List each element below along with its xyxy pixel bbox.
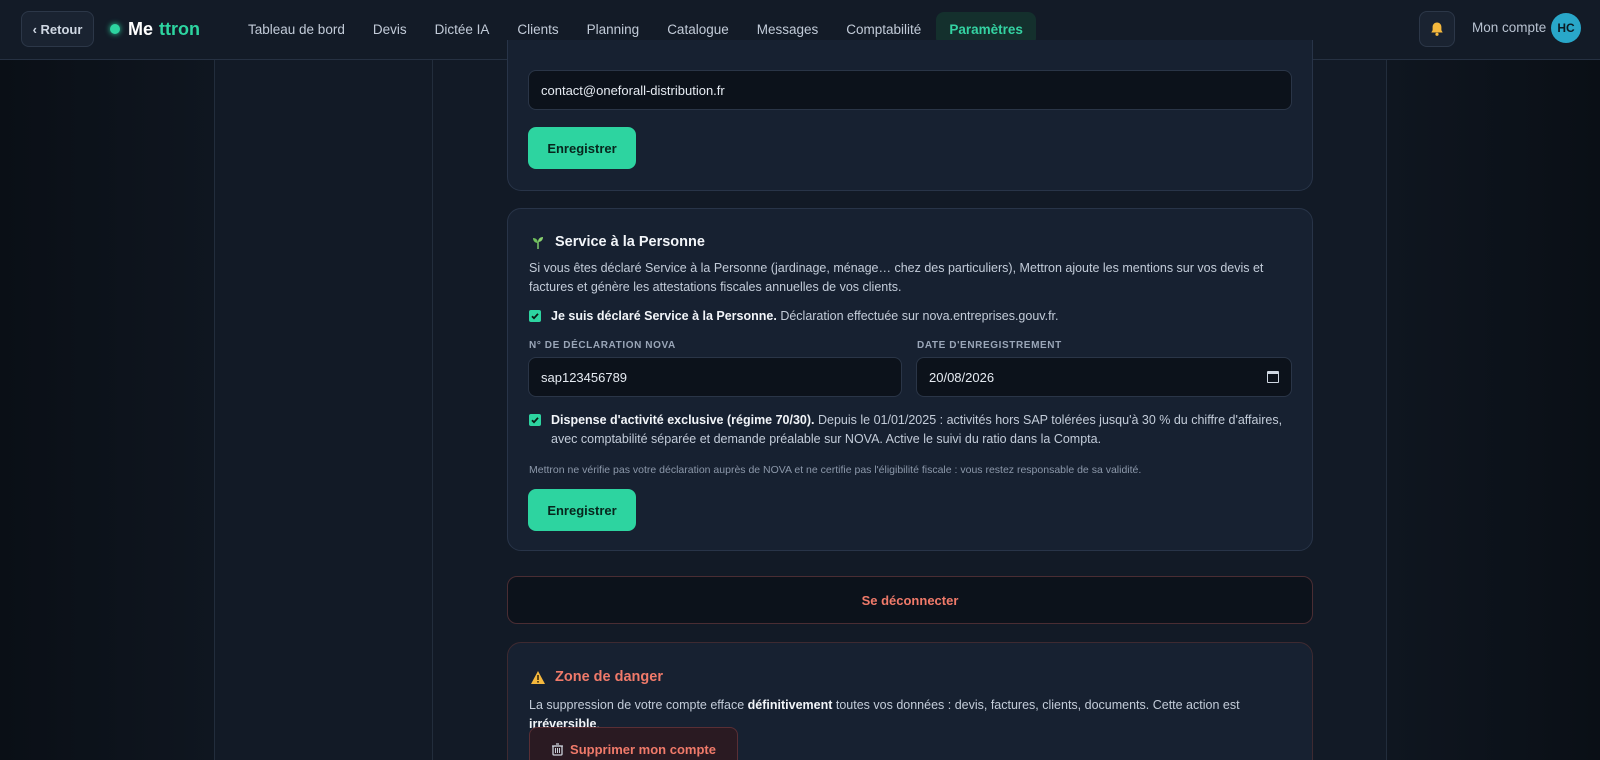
sap-declared-checkbox[interactable] bbox=[529, 310, 541, 322]
checkmark-icon bbox=[531, 313, 539, 320]
exclusive-dispense-bold: Dispense d'activité exclusive (régime 70… bbox=[551, 413, 815, 427]
danger-text-2: toutes vos données : devis, factures, cl… bbox=[832, 698, 1240, 712]
warning-icon bbox=[529, 668, 547, 686]
logout-button[interactable]: Se déconnecter bbox=[507, 576, 1313, 624]
trash-icon bbox=[552, 742, 564, 756]
danger-zone-title: Zone de danger bbox=[529, 668, 663, 686]
settings-sidebar bbox=[214, 60, 433, 760]
save-contact-button[interactable]: Enregistrer bbox=[528, 127, 636, 169]
save-sap-button[interactable]: Enregistrer bbox=[528, 489, 636, 531]
sap-declared-label[interactable]: Je suis déclaré Service à la Personne. D… bbox=[551, 307, 1058, 326]
delete-account-label: Supprimer mon compte bbox=[570, 741, 716, 757]
seedling-icon bbox=[529, 233, 547, 251]
registration-date-value: 20/08/2026 bbox=[929, 369, 995, 385]
nova-disclaimer: Mettron ne vérifie pas votre déclaration… bbox=[529, 464, 1142, 476]
registration-date-input[interactable]: 20/08/2026 bbox=[916, 357, 1292, 397]
page-margin-right bbox=[1387, 60, 1600, 760]
contact-settings-card: contact@oneforall-distribution.fr Enregi… bbox=[507, 40, 1313, 191]
nav-item-dictee-ia[interactable]: Dictée IA bbox=[422, 12, 503, 46]
danger-zone-title-text: Zone de danger bbox=[555, 669, 663, 685]
danger-text-1: La suppression de votre compte efface bbox=[529, 698, 748, 712]
sap-declared-rest: Déclaration effectuée sur nova.entrepris… bbox=[776, 309, 1059, 323]
delete-account-button[interactable]: Supprimer mon compte bbox=[529, 727, 738, 760]
danger-zone-card: Zone de danger La suppression de votre c… bbox=[507, 642, 1313, 760]
nova-number-label: N° DE DÉCLARATION NOVA bbox=[529, 340, 676, 351]
sap-declared-row: Je suis déclaré Service à la Personne. D… bbox=[529, 307, 1289, 326]
exclusive-dispense-checkbox[interactable] bbox=[529, 414, 541, 426]
notifications-button[interactable] bbox=[1419, 11, 1455, 47]
nav-item-devis[interactable]: Devis bbox=[360, 12, 420, 46]
exclusive-dispense-row: Dispense d'activité exclusive (régime 70… bbox=[529, 411, 1289, 449]
registration-date-label: DATE D'ENREGISTREMENT bbox=[917, 340, 1062, 351]
sap-title-text: Service à la Personne bbox=[555, 234, 705, 250]
page-margin-left bbox=[0, 60, 215, 760]
nova-number-input[interactable]: sap123456789 bbox=[528, 357, 902, 397]
contact-email-input[interactable]: contact@oneforall-distribution.fr bbox=[528, 70, 1292, 110]
brand-name-part2: ttron bbox=[159, 18, 200, 39]
danger-text-bold-1: définitivement bbox=[747, 698, 833, 712]
account-menu-label[interactable]: Mon compte bbox=[1472, 20, 1546, 35]
avatar[interactable]: HC bbox=[1551, 13, 1581, 43]
sap-card-title: Service à la Personne bbox=[529, 233, 705, 251]
sap-description: Si vous êtes déclaré Service à la Person… bbox=[529, 261, 1264, 294]
calendar-icon[interactable] bbox=[1267, 371, 1279, 383]
brand-name-part1: Me bbox=[128, 18, 154, 39]
sap-declared-bold: Je suis déclaré Service à la Personne. bbox=[551, 309, 777, 323]
bell-icon bbox=[1431, 22, 1443, 36]
exclusive-dispense-label[interactable]: Dispense d'activité exclusive (régime 70… bbox=[551, 411, 1289, 449]
back-button[interactable]: ‹ Retour bbox=[21, 11, 94, 47]
checkmark-icon bbox=[531, 417, 539, 424]
service-a-la-personne-card: Service à la Personne Si vous êtes décla… bbox=[507, 208, 1313, 551]
brand-logo[interactable]: Me ttron bbox=[110, 17, 200, 41]
nav-item-tableau-de-bord[interactable]: Tableau de bord bbox=[235, 12, 358, 46]
brand-dot-icon bbox=[110, 24, 120, 34]
